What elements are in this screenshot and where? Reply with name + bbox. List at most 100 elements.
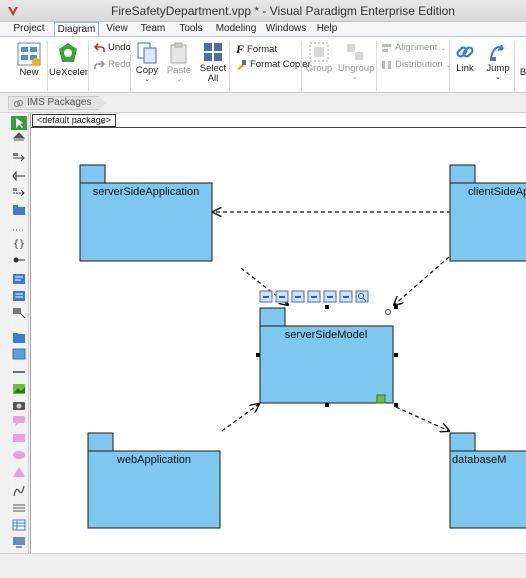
redo-icon [94, 59, 105, 69]
redo-label: Redo [108, 59, 131, 70]
folder-tool-icon[interactable] [12, 332, 26, 344]
undo-button[interactable]: Undo [94, 42, 131, 53]
link-button[interactable]: Link [452, 41, 478, 74]
select-all-icon [204, 43, 222, 61]
paste-label: Paste [166, 65, 192, 76]
ellipse-shape-icon[interactable] [12, 449, 26, 461]
undo-icon [94, 42, 105, 52]
tab-project[interactable]: Project [6, 22, 52, 36]
format-copier-button[interactable]: Format Copier [236, 59, 311, 70]
format-icon: F [236, 42, 245, 56]
ribbon-separator [301, 41, 302, 91]
jump-button[interactable]: Jump ⌄ [484, 41, 512, 82]
select-sub-label: All [207, 73, 219, 84]
new-button[interactable]: New [12, 41, 46, 78]
package-tool-icon[interactable] [12, 204, 26, 216]
package-server-side-application[interactable]: serverSideApplication [79, 164, 213, 262]
chevron-down-icon: ⌄ [495, 74, 501, 81]
resource-catalog-toolbar[interactable] [259, 290, 369, 303]
sweeper-tool-icon[interactable] [12, 132, 26, 144]
generalization-tool-icon[interactable] [12, 170, 26, 182]
alignment-button[interactable]: Alignment ⌄ [381, 42, 446, 53]
tab-tools[interactable]: Tools [175, 22, 207, 36]
dependency-line[interactable] [394, 256, 450, 305]
rectangle-shape-icon[interactable] [12, 432, 26, 444]
diagram-toolbox: {} [9, 113, 29, 553]
ribbon-separator [47, 41, 48, 91]
image-tool-icon[interactable] [12, 348, 26, 360]
resize-handle[interactable] [325, 403, 329, 407]
link-icon [456, 46, 474, 58]
link-label: Link [456, 63, 474, 74]
ribbon-overflow-label[interactable]: B [518, 67, 526, 78]
dependency-line[interactable] [221, 404, 259, 432]
copy-button[interactable]: Copy ⌄ [134, 41, 160, 84]
package-name: clientSideAp [468, 186, 526, 198]
format-button[interactable]: F Format [236, 42, 277, 57]
chevron-down-icon: ⌄ [440, 44, 447, 52]
search-icon[interactable] [355, 290, 369, 303]
constraint-tool-icon[interactable]: {} [12, 237, 26, 249]
uexceler-icon [59, 43, 77, 62]
ungroup-label: Ungroup [338, 63, 375, 74]
ribbon-separator [449, 41, 450, 91]
package-name: serverSideApplication [93, 186, 199, 198]
package-name: serverSideModel [285, 329, 368, 341]
dependency-tool-icon[interactable] [12, 187, 26, 199]
freehand-tool-icon[interactable] [12, 485, 26, 497]
distribution-button[interactable]: Distribution ⌄ [381, 59, 451, 70]
undo-label: Undo [108, 42, 131, 53]
package-server-side-model[interactable]: serverSideModel [256, 305, 398, 407]
paste-icon [170, 42, 187, 64]
paste-button[interactable]: Paste ⌄ [166, 41, 192, 84]
select-all-button[interactable]: Select All [199, 41, 227, 84]
callout-tool-icon[interactable] [12, 307, 26, 319]
resize-handle[interactable] [394, 305, 398, 309]
ribbon-separator [229, 41, 230, 91]
line-tool-icon[interactable] [12, 366, 26, 378]
anchor-tool-icon[interactable] [12, 254, 26, 266]
resize-grip-icon[interactable] [376, 394, 386, 404]
dependency-line[interactable] [395, 406, 449, 431]
package-client-side-application[interactable]: clientSideAp [449, 164, 526, 262]
callout-shape-icon[interactable] [12, 415, 26, 427]
connector-icon[interactable] [385, 309, 391, 315]
chevron-down-icon: ⌄ [352, 74, 358, 81]
camera-tool-icon[interactable] [12, 399, 26, 411]
distribution-label: Distribution [395, 59, 443, 70]
note-tool-icon[interactable] [12, 273, 26, 285]
ungroup-button[interactable]: Ungroup ⌄ [338, 41, 375, 82]
resize-handle[interactable] [394, 353, 398, 357]
text-lines-tool-icon[interactable] [12, 502, 26, 514]
ribbon-separator [88, 41, 89, 91]
tab-modeling[interactable]: Modeling [214, 22, 258, 36]
package-diagram-svg[interactable]: serverSideApplication clientSideAp serve… [31, 113, 526, 553]
title-bar: FireSafetyDepartment.vpp * - Visual Para… [0, 0, 526, 22]
diagram-canvas[interactable]: <default package> ▵ serverSideApplicatio… [30, 113, 526, 553]
tab-team[interactable]: Team [138, 22, 168, 36]
triangle-shape-icon[interactable] [12, 466, 26, 478]
jump-label: Jump [486, 63, 510, 74]
uexceler-button[interactable]: UeXceler [49, 41, 88, 78]
tab-help[interactable]: Help [314, 22, 340, 36]
screen-capture-tool-icon[interactable] [12, 536, 26, 548]
new-label: New [19, 67, 39, 78]
resize-handle[interactable] [256, 353, 260, 357]
package-web-application[interactable]: webApplication [87, 432, 221, 529]
package-database-model[interactable]: databaseM [449, 432, 526, 529]
selector-tool-icon[interactable] [11, 116, 27, 130]
group-button[interactable]: Group [305, 41, 333, 74]
picture-tool-icon[interactable] [12, 383, 26, 395]
table-tool-icon[interactable] [12, 519, 26, 531]
redo-button[interactable]: Redo [94, 59, 131, 70]
message-tool-icon[interactable] [12, 152, 26, 164]
tab-windows[interactable]: Windows [264, 22, 308, 36]
breadcrumb-ims-packages[interactable]: IMS Packages [8, 96, 106, 110]
comment-tool-icon[interactable] [12, 290, 26, 302]
tab-diagram[interactable]: Diagram [54, 22, 99, 37]
resize-handle[interactable] [394, 403, 398, 407]
resize-handle[interactable] [325, 305, 329, 309]
jump-icon [490, 44, 504, 61]
ribbon-separator [376, 41, 377, 91]
tab-view[interactable]: View [102, 22, 132, 36]
